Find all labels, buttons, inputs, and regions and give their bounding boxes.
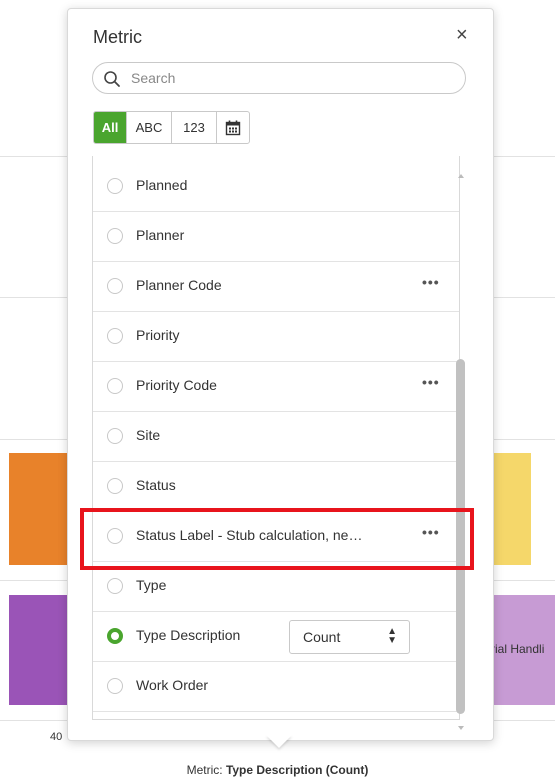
chart-bar-orange	[9, 453, 69, 565]
list-item-label: Priority	[136, 327, 180, 343]
metric-footer: Metric: Type Description (Count)	[0, 763, 555, 777]
list-item[interactable]: Planner Code •••	[93, 262, 459, 312]
list-item[interactable]: Work Order	[93, 662, 459, 712]
radio-button-checked[interactable]	[107, 628, 123, 644]
aggregation-value: Count	[303, 629, 341, 645]
aggregation-select[interactable]: Count ▲ ▼	[289, 620, 410, 654]
list-item-label: Planner	[136, 227, 185, 243]
list-item-label: Type Description	[136, 627, 241, 643]
search-box[interactable]	[92, 62, 466, 94]
list-item[interactable]: Status	[93, 462, 459, 512]
list-scrollbar[interactable]	[454, 162, 470, 744]
calendar-icon	[225, 120, 241, 135]
list-item[interactable]: Planned	[93, 162, 459, 212]
axis-tick-label: 40	[50, 731, 63, 743]
scroll-up-arrow-icon[interactable]	[458, 174, 464, 178]
list-item-label: Type	[136, 577, 167, 593]
list-item-label: Planner Code	[136, 277, 222, 293]
bar-label: rial Handli	[491, 642, 545, 656]
radio-button[interactable]	[107, 428, 123, 444]
metric-list: Planned Planner Planner Code ••• Priorit…	[92, 156, 460, 720]
filter-text-button[interactable]: ABC	[126, 112, 171, 143]
list-item-label: Planned	[136, 177, 188, 193]
chart-bar-purple-left	[9, 595, 69, 705]
list-item-label: Priority Code	[136, 377, 217, 393]
list-item[interactable]: Priority Code •••	[93, 362, 459, 412]
footer-prefix: Metric:	[186, 763, 226, 777]
radio-button[interactable]	[107, 178, 123, 194]
radio-button[interactable]	[107, 478, 123, 494]
footer-value: Type Description (Count)	[225, 763, 369, 777]
list-item-label: Site	[136, 427, 161, 443]
popup-title: Metric	[93, 27, 142, 47]
radio-button[interactable]	[107, 678, 123, 694]
list-item[interactable]: Priority	[93, 312, 459, 362]
select-arrows-icon: ▲ ▼	[387, 626, 397, 646]
filter-all-button[interactable]: All	[94, 112, 126, 143]
search-icon	[104, 71, 120, 87]
list-item[interactable]: Site	[93, 412, 459, 462]
chart-bar-yellow	[491, 453, 531, 565]
list-item[interactable]: Planner	[93, 212, 459, 262]
type-filter-group: All ABC 123	[93, 111, 250, 144]
radio-button[interactable]	[107, 378, 123, 394]
more-options-icon[interactable]: •••	[422, 274, 440, 290]
list-item-label: Status	[136, 477, 176, 493]
metric-picker-popup: Metric × All ABC 123	[67, 8, 494, 741]
list-item-selected[interactable]: Type Description Count ▲ ▼	[93, 612, 459, 662]
radio-button[interactable]	[107, 278, 123, 294]
filter-date-button[interactable]	[216, 112, 249, 143]
filter-number-button[interactable]: 123	[171, 112, 216, 143]
popup-pointer	[266, 735, 292, 748]
radio-button[interactable]	[107, 228, 123, 244]
list-item-label: Work Order	[136, 677, 209, 693]
scroll-down-arrow-icon[interactable]	[458, 726, 464, 730]
highlight-box	[80, 508, 474, 570]
more-options-icon[interactable]: •••	[422, 374, 440, 390]
radio-button[interactable]	[107, 328, 123, 344]
close-icon[interactable]: ×	[456, 25, 468, 45]
radio-button[interactable]	[107, 578, 123, 594]
search-input[interactable]	[131, 68, 451, 88]
